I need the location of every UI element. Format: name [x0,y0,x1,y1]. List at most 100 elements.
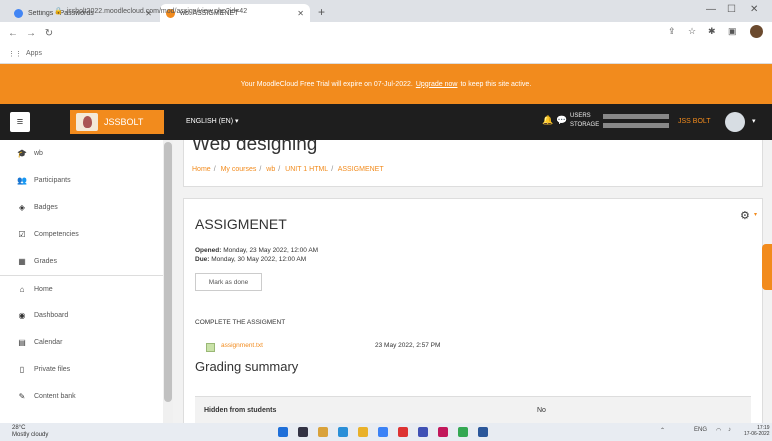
forward-icon[interactable]: → [26,28,36,39]
drawer-item-private-files[interactable]: ▯ Private files [0,356,163,383]
drawer-item-calendar[interactable]: ▤ Calendar [0,329,163,356]
opened-value: Monday, 23 May 2022, 12:00 AM [223,247,319,254]
weather-widget[interactable]: 28°C Mostly cloudy [12,425,48,439]
language-indicator[interactable]: ENG [694,427,707,433]
sidebar-toggle-icon[interactable]: ▣ [728,26,737,37]
drawer-item-label: Private files [34,366,71,373]
users-icon: 👥 [17,176,27,185]
drawer-item-grades[interactable]: ▦ Grades [0,248,163,275]
drawer-item-label: Participants [34,177,71,184]
drawer-item-label: wb [34,150,43,157]
browser-app-icon[interactable] [418,427,428,437]
user-avatar[interactable] [725,112,745,132]
os-taskbar: 28°C Mostly cloudy ⌃ ENG ◠ ♪ 17:19 17-06… [0,423,772,441]
breadcrumb-my-courses[interactable]: My courses [221,166,257,173]
search-icon[interactable] [298,427,308,437]
opened-label: Opened: [195,247,222,254]
minimize-icon[interactable]: — [706,4,716,15]
drawer-toggle-button[interactable]: ≡ [10,112,30,132]
notifications-bell-icon[interactable]: 🔔 [542,115,553,126]
attachment-link[interactable]: assignment.txt [221,342,263,349]
breadcrumb: Home / My courses / wb / UNIT 1 HTML / ASSIG… [192,166,384,173]
mark-as-done-button[interactable]: Mark as done [195,273,262,291]
word-icon[interactable] [478,427,488,437]
assignment-dates: Opened: Monday, 23 May 2022, 12:00 AM Du… [195,246,318,264]
url-text: jssbolt2022.moodlecloud.com/mod/assign/v… [66,7,248,15]
close-window-icon[interactable]: ✕ [750,4,758,15]
settings-favicon-icon [14,8,23,18]
page-header-card: Web designing Home / My courses / wb / UNIT… [183,140,763,187]
apps-grid-icon[interactable]: ⋮⋮ [8,50,22,58]
trial-banner: Your MoodleCloud Free Trial will expire … [0,64,772,104]
profile-avatar[interactable] [750,25,763,38]
drawer-item-label: Calendar [34,339,63,346]
drawer-item-label: Badges [34,204,58,211]
scrollbar-thumb[interactable] [164,142,172,402]
user-name[interactable]: JSS BOLT [678,118,711,125]
graduation-cap-icon: 🎓 [17,149,27,158]
bookmark-star-icon[interactable]: ☆ [688,26,696,37]
chrome-icon[interactable] [458,427,468,437]
url-field[interactable]: 🔒 jssbolt2022.moodlecloud.com/mod/assign… [54,4,614,18]
reload-icon[interactable]: ↻ [44,28,54,39]
share-icon[interactable]: ⇪ [668,26,676,37]
edge-icon[interactable] [338,427,348,437]
breadcrumb-course[interactable]: wb [266,166,275,173]
extensions-icon[interactable]: ✱ [708,26,716,37]
drawer-item-label: Dashboard [34,312,69,319]
upgrade-link[interactable]: Upgrade now [416,81,458,88]
drawer-item-content-bank[interactable]: ✎ Content bank [0,383,163,410]
breadcrumb-assignment[interactable]: ASSIGMENET [338,166,384,173]
pen-icon: ✎ [18,392,26,401]
grading-summary-heading: Grading summary [195,359,299,374]
badge-icon: ◈ [18,203,26,212]
page-title: Web designing [192,140,318,155]
drawer-item-wb[interactable]: 🎓 wb [0,140,163,167]
lock-icon: 🔒 [54,8,63,15]
usage-labels: USERS STORAGE [570,112,599,130]
table-row: Hidden from students No [195,396,751,423]
wifi-icon[interactable]: ◠ [716,427,721,434]
drawer-scrollbar[interactable] [163,140,173,423]
clock[interactable]: 17:19 17-06-2022 [744,425,770,437]
site-brand[interactable]: JSSBOLT [70,110,164,134]
drawer-item-dashboard[interactable]: ◉ Dashboard [0,302,163,329]
drawer-item-badges[interactable]: ◈ Badges [0,194,163,221]
app-icon[interactable] [438,427,448,437]
breadcrumb-home[interactable]: Home [192,166,211,173]
file-icon: ▯ [19,365,25,374]
row-label: Hidden from students [204,407,277,414]
breadcrumb-unit[interactable]: UNIT 1 HTML [285,166,328,173]
chevron-down-icon[interactable]: ▾ [752,117,756,125]
usage-storage-label: STORAGE [570,122,600,128]
folder-icon[interactable] [358,427,368,437]
drawer-item-label: Content bank [34,393,76,400]
drawer-item-label: Grades [34,258,57,265]
banner-text: Your MoodleCloud Free Trial will expire … [240,80,413,88]
clock-date: 17-06-2022 [744,431,770,437]
start-icon[interactable] [278,427,288,437]
volume-icon[interactable]: ♪ [728,427,731,433]
store-icon[interactable] [378,427,388,437]
row-value: No [537,407,546,414]
chevron-down-icon[interactable]: ▾ [754,211,757,218]
apps-bookmark[interactable]: Apps [26,50,42,57]
address-toolbar: ← → ↻ [0,22,772,44]
mail-icon[interactable] [398,427,408,437]
tray-chevron-icon[interactable]: ⌃ [660,427,665,434]
weather-temp: 28°C [12,425,26,431]
users-usage-bar [603,114,669,119]
back-icon[interactable]: ← [8,28,18,39]
bookmarks-bar: ⋮⋮ Apps [0,44,772,64]
language-menu[interactable]: ENGLISH (EN) ▾ [186,117,239,125]
maximize-icon[interactable]: ☐ [727,4,736,15]
file-explorer-icon[interactable] [318,427,328,437]
assignment-title: ASSIGMENET [195,216,287,232]
drawer-item-home[interactable]: ⌂ Home [0,275,163,302]
side-panel-tab[interactable] [762,244,772,290]
gear-icon[interactable]: ⚙ [740,209,750,222]
drawer-item-competencies[interactable]: ☑ Competencies [0,221,163,248]
messages-icon[interactable]: 💬 [556,115,567,126]
usage-users-label: USERS [570,113,591,119]
drawer-item-participants[interactable]: 👥 Participants [0,167,163,194]
